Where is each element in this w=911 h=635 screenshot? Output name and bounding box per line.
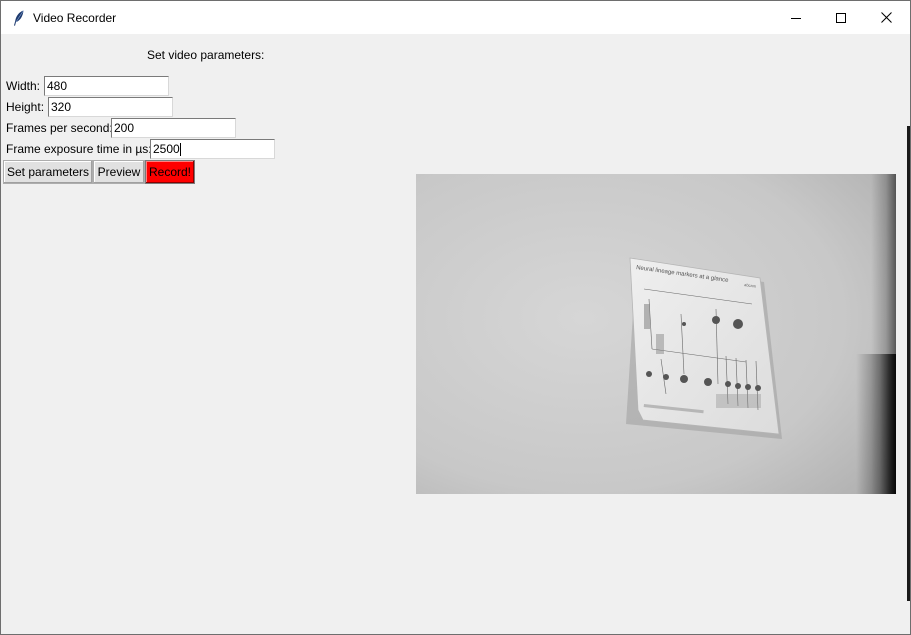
fps-label: Frames per second:	[6, 121, 113, 135]
fps-input[interactable]: 200	[111, 118, 236, 138]
exposure-value: 2500	[153, 142, 180, 156]
minimize-button[interactable]	[773, 1, 819, 34]
window-title: Video Recorder	[33, 11, 117, 25]
maximize-icon	[836, 12, 846, 23]
height-label: Height:	[6, 100, 45, 114]
record-button[interactable]: Record!	[145, 160, 195, 184]
camera-preview-image: Neural lineage markers at a glance abcam	[416, 174, 896, 494]
feather-icon	[14, 10, 24, 26]
parameters-heading: Set video parameters:	[147, 48, 265, 62]
width-label: Width:	[6, 79, 41, 93]
app-window: Video Recorder Set video parameters: Wid…	[0, 0, 911, 635]
close-icon	[880, 12, 892, 23]
exposure-label: Frame exposure time in µs:	[6, 142, 152, 156]
width-value: 480	[47, 79, 68, 93]
preview-button[interactable]: Preview	[93, 160, 145, 184]
set-parameters-button[interactable]: Set parameters	[3, 160, 93, 184]
title-bar[interactable]: Video Recorder	[1, 1, 910, 34]
close-button[interactable]	[863, 1, 909, 34]
client-area: Set video parameters: Width: 480 Height:…	[1, 34, 910, 634]
minimize-icon	[791, 17, 801, 19]
exposure-input[interactable]: 2500	[150, 139, 275, 159]
window-edge-shadow	[907, 126, 910, 601]
width-input[interactable]: 480	[44, 76, 169, 96]
text-cursor	[179, 143, 181, 157]
fps-value: 200	[114, 121, 135, 135]
height-value: 320	[51, 100, 72, 114]
height-input[interactable]: 320	[48, 97, 173, 117]
maximize-button[interactable]	[818, 1, 864, 34]
